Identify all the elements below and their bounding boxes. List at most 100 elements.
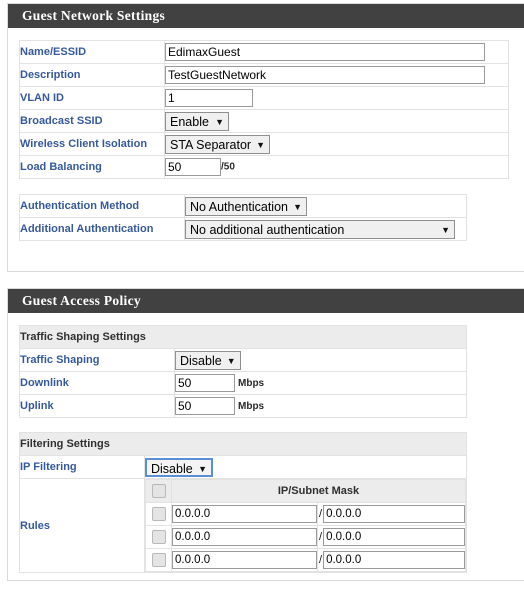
- label-uplink: Uplink: [19, 394, 175, 418]
- table-row-uplink: Uplink Mbps: [19, 394, 467, 418]
- value-ip-filtering: Disable ▼: [144, 455, 467, 479]
- chevron-down-icon: ▼: [441, 224, 450, 235]
- value-traffic-shaping: Disable ▼: [174, 348, 467, 372]
- ip-filtering-selected-value: Disable: [151, 461, 193, 476]
- label-additional-authentication: Additional Authentication: [19, 217, 185, 241]
- downlink-input[interactable]: [175, 374, 235, 392]
- rules-select-all-checkbox[interactable]: [151, 484, 166, 498]
- guest-access-policy-panel: Guest Access Policy Traffic Shaping Sett…: [7, 288, 524, 581]
- label-rules: Rules: [19, 478, 145, 573]
- rules-header-row: IP/Subnet Mask: [145, 479, 466, 503]
- rule-ip-cell: [171, 502, 318, 526]
- rule-checkbox[interactable]: [151, 553, 166, 567]
- table-row-traffic-shaping: Traffic Shaping Disable ▼: [19, 348, 467, 372]
- rule-checkbox-cell[interactable]: [145, 525, 172, 549]
- label-name-essid: Name/ESSID: [19, 40, 165, 64]
- rule-checkbox-cell[interactable]: [145, 548, 172, 572]
- rules-select-all-cell[interactable]: [145, 479, 172, 503]
- panel-title-guest-network: Guest Network Settings: [8, 4, 524, 28]
- rule-ip-input[interactable]: [172, 505, 317, 523]
- vlan-id-input[interactable]: [165, 89, 253, 107]
- label-load-balancing: Load Balancing: [19, 155, 165, 179]
- chevron-down-icon: ▼: [198, 463, 207, 474]
- rule-mask-cell: /: [317, 548, 466, 572]
- rule-mask-input[interactable]: [323, 551, 465, 569]
- load-balancing-max: /50: [221, 161, 235, 173]
- rule-ip-cell: [171, 548, 318, 572]
- authentication-method-selected-value: No Authentication: [190, 199, 288, 214]
- rules-cell: IP/Subnet Mask 0.0.0.0 / 0.0.0.0 0.0.0.0…: [144, 478, 467, 573]
- subheader-row-filtering: Filtering Settings: [19, 432, 467, 456]
- label-wireless-client-isolation: Wireless Client Isolation: [19, 132, 165, 156]
- rule-mask-cell: /: [317, 502, 466, 526]
- label-downlink: Downlink: [19, 371, 175, 395]
- value-load-balancing: /50: [164, 155, 509, 179]
- table-row-name-essid: Name/ESSID: [19, 40, 509, 64]
- guest-access-policy-body: Traffic Shaping Settings Traffic Shaping…: [8, 313, 524, 585]
- additional-authentication-select[interactable]: No additional authentication ▼: [185, 219, 455, 239]
- label-description: Description: [19, 63, 165, 87]
- table-row-rules: Rules IP/Subnet Mask 0.0.0.0 / 0.0.0.0 0…: [19, 478, 467, 573]
- rule-ip-input[interactable]: [172, 528, 317, 546]
- table-row: /: [145, 525, 466, 549]
- table-row-ip-filtering: IP Filtering Disable ▼: [19, 455, 467, 479]
- ip-filtering-select[interactable]: Disable ▼: [145, 457, 213, 477]
- label-broadcast-ssid: Broadcast SSID: [19, 109, 165, 133]
- chevron-down-icon: ▼: [256, 139, 266, 150]
- uplink-input[interactable]: [175, 397, 235, 415]
- label-ip-filtering: IP Filtering: [19, 455, 145, 479]
- table-row-description: Description: [19, 63, 509, 87]
- value-broadcast-ssid: Enable ▼: [164, 109, 509, 133]
- traffic-shaping-selected-value: Disable: [180, 353, 222, 368]
- rule-checkbox-cell[interactable]: [145, 502, 172, 526]
- table-row-authentication-method: Authentication Method No Authentication …: [19, 194, 467, 218]
- chevron-down-icon: ▼: [215, 116, 224, 127]
- table-row-broadcast-ssid: Broadcast SSID Enable ▼: [19, 109, 509, 133]
- chevron-down-icon: ▼: [226, 355, 236, 366]
- label-traffic-shaping: Traffic Shaping: [19, 348, 175, 372]
- value-additional-authentication: No additional authentication ▼: [184, 217, 467, 241]
- value-vlan-id: [164, 86, 509, 110]
- subheader-filtering: Filtering Settings: [19, 432, 467, 456]
- value-authentication-method: No Authentication ▼: [184, 194, 467, 218]
- value-description: [164, 63, 509, 87]
- authentication-method-select[interactable]: No Authentication ▼: [185, 196, 307, 216]
- name-essid-input[interactable]: [165, 43, 485, 61]
- table-row-wireless-client-isolation: Wireless Client Isolation STA Separator …: [19, 132, 509, 156]
- panel-title-guest-access-policy: Guest Access Policy: [8, 289, 524, 313]
- authentication-table: Authentication Method No Authentication …: [19, 194, 467, 241]
- guest-network-fields-table: Name/ESSID Description VLAN ID: [19, 40, 509, 179]
- table-row-vlan-id: VLAN ID: [19, 86, 509, 110]
- rule-mask-cell: /: [317, 525, 466, 549]
- subheader-row-traffic-shaping: Traffic Shaping Settings: [19, 325, 467, 349]
- description-input[interactable]: [165, 66, 485, 84]
- label-vlan-id: VLAN ID: [19, 86, 165, 110]
- table-row-load-balancing: Load Balancing /50: [19, 155, 509, 179]
- guest-network-body: Name/ESSID Description VLAN ID: [8, 28, 524, 253]
- rule-checkbox[interactable]: [151, 507, 166, 521]
- traffic-shaping-select[interactable]: Disable ▼: [175, 350, 241, 370]
- rule-checkbox[interactable]: [151, 530, 166, 544]
- value-name-essid: [164, 40, 509, 64]
- rules-column-header: IP/Subnet Mask: [171, 479, 466, 503]
- broadcast-ssid-select[interactable]: Enable ▼: [165, 111, 229, 131]
- guest-network-settings-panel: Guest Network Settings Name/ESSID Descri…: [7, 3, 524, 272]
- table-row-additional-authentication: Additional Authentication No additional …: [19, 217, 467, 241]
- chevron-down-icon: ▼: [293, 201, 302, 212]
- label-authentication-method: Authentication Method: [19, 194, 185, 218]
- rule-ip-cell: [171, 525, 318, 549]
- additional-authentication-selected-value: No additional authentication: [190, 222, 345, 237]
- value-downlink: Mbps: [174, 371, 467, 395]
- rule-ip-input[interactable]: [172, 551, 317, 569]
- value-wireless-client-isolation: STA Separator ▼: [164, 132, 509, 156]
- wireless-client-isolation-selected-value: STA Separator: [170, 137, 252, 152]
- load-balancing-input[interactable]: [165, 158, 221, 176]
- filtering-table: Filtering Settings IP Filtering Disable …: [19, 432, 467, 573]
- rule-mask-input[interactable]: [323, 528, 465, 546]
- uplink-unit: Mbps: [238, 400, 265, 412]
- broadcast-ssid-selected-value: Enable: [170, 114, 209, 129]
- value-uplink: Mbps: [174, 394, 467, 418]
- wireless-client-isolation-select[interactable]: STA Separator ▼: [165, 134, 271, 154]
- downlink-unit: Mbps: [238, 377, 265, 389]
- rule-mask-input[interactable]: [323, 505, 465, 523]
